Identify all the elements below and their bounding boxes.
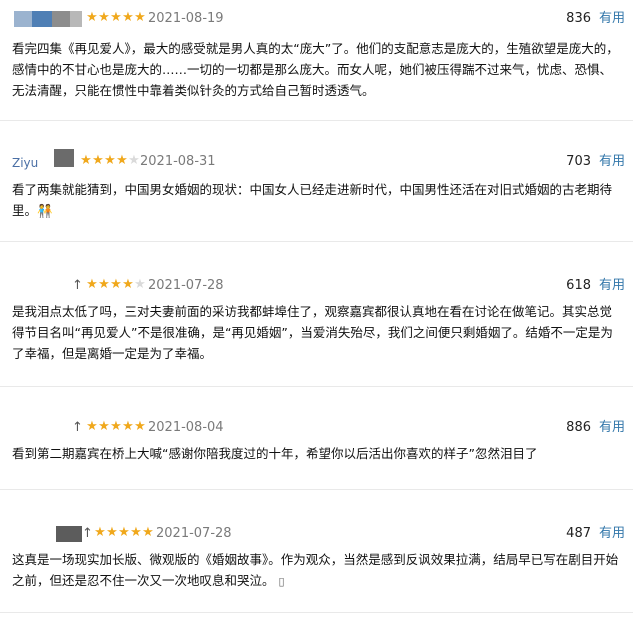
- review-meta: Ziyu ★ ★ ★ ★ ★ 2021-08-31 703 有用: [0, 149, 633, 172]
- username-fragment-mark: ↑: [72, 420, 83, 435]
- useful-count: 703: [566, 154, 591, 169]
- review-date: 2021-08-31: [140, 154, 216, 169]
- star-filled-icon: ★: [106, 525, 118, 540]
- star-filled-icon: ★: [104, 153, 116, 168]
- username-obscured: [56, 526, 82, 542]
- review-date: 2021-07-28: [156, 526, 232, 541]
- rating-stars: ★ ★ ★ ★ ★: [86, 420, 146, 434]
- useful-count: 886: [566, 420, 591, 435]
- star-empty-icon: ★: [134, 277, 146, 292]
- star-filled-icon: ★: [122, 419, 134, 434]
- review-text: 是我泪点太低了吗，三对夫妻前面的采访我都蚌埠住了，观察嘉宾都很认真地在看在讨论在…: [12, 304, 613, 361]
- star-filled-icon: ★: [92, 153, 104, 168]
- review-meta: ★ ★ ★ ★ ★ 2021-08-19 836 有用: [0, 10, 633, 28]
- divider: [0, 612, 633, 613]
- review-text: 看了两集就能猜到，中国男女婚姻的现状：中国女人已经走进新时代，中国男性还活在对旧…: [12, 182, 613, 218]
- star-filled-icon: ★: [80, 153, 92, 168]
- review-date: 2021-08-04: [148, 420, 224, 435]
- star-filled-icon: ★: [118, 525, 130, 540]
- star-filled-icon: ★: [86, 277, 98, 292]
- image-placeholder-icon: ▯: [278, 575, 285, 588]
- review-text: 看到第二期嘉宾在桥上大喊“感谢你陪我度过的十年，希望你以后活出你喜欢的样子”忽然…: [12, 446, 538, 461]
- rating-stars: ★ ★ ★ ★ ★: [86, 278, 146, 292]
- useful-button[interactable]: 有用: [599, 277, 625, 294]
- rating-stars: ★ ★ ★ ★ ★: [80, 154, 140, 168]
- star-filled-icon: ★: [86, 419, 98, 434]
- star-filled-icon: ★: [116, 153, 128, 168]
- divider: [0, 241, 633, 242]
- review-date: 2021-07-28: [148, 278, 224, 293]
- review-text-content: 这真是一场现实加长版、微观版的《婚姻故事》。作为观众，当然是感到反讽效果拉满，结…: [12, 552, 619, 588]
- star-filled-icon: ★: [130, 525, 142, 540]
- star-filled-icon: ★: [98, 419, 110, 434]
- star-filled-icon: ★: [98, 277, 110, 292]
- useful-button[interactable]: 有用: [599, 419, 625, 436]
- star-filled-icon: ★: [110, 10, 122, 25]
- useful-button[interactable]: 有用: [599, 10, 625, 27]
- star-filled-icon: ★: [110, 419, 122, 434]
- review-text: 这真是一场现实加长版、微观版的《婚姻故事》。作为观众，当然是感到反讽效果拉满，结…: [12, 549, 620, 592]
- divider: [0, 120, 633, 121]
- star-filled-icon: ★: [142, 525, 154, 540]
- star-filled-icon: ★: [122, 277, 134, 292]
- star-filled-icon: ★: [122, 10, 134, 25]
- useful-count: 487: [566, 526, 591, 541]
- star-filled-icon: ★: [134, 419, 146, 434]
- star-empty-icon: ★: [128, 153, 140, 168]
- username-obscured: [54, 149, 74, 167]
- rating-stars: ★ ★ ★ ★ ★: [94, 526, 154, 540]
- useful-count: 836: [566, 11, 591, 26]
- review-meta: ↑ ★ ★ ★ ★ ★ 2021-08-04 886 有用: [0, 419, 633, 437]
- username-fragment-mark: ↑: [72, 278, 83, 293]
- review-meta: ↑ ★ ★ ★ ★ ★ 2021-07-28 487 有用: [0, 525, 633, 543]
- review-date: 2021-08-19: [148, 11, 224, 26]
- rating-stars: ★ ★ ★ ★ ★: [86, 11, 146, 25]
- divider: [0, 386, 633, 387]
- review-meta: ↑ ★ ★ ★ ★ ★ 2021-07-28 618 有用: [0, 277, 633, 295]
- star-filled-icon: ★: [110, 277, 122, 292]
- useful-button[interactable]: 有用: [599, 153, 625, 170]
- useful-count: 618: [566, 278, 591, 293]
- username-fragment-mark: ↑: [82, 526, 93, 541]
- useful-button[interactable]: 有用: [599, 525, 625, 542]
- star-filled-icon: ★: [86, 10, 98, 25]
- username-obscured: [14, 11, 82, 27]
- star-filled-icon: ★: [98, 10, 110, 25]
- star-filled-icon: ★: [94, 525, 106, 540]
- review-text: 看完四集《再见爱人》，最大的感受就是男人真的太“庞大”了。他们的支配意志是庞大的…: [12, 41, 619, 98]
- star-filled-icon: ★: [134, 10, 146, 25]
- divider: [0, 489, 633, 490]
- username-fragment[interactable]: Ziyu: [12, 155, 38, 172]
